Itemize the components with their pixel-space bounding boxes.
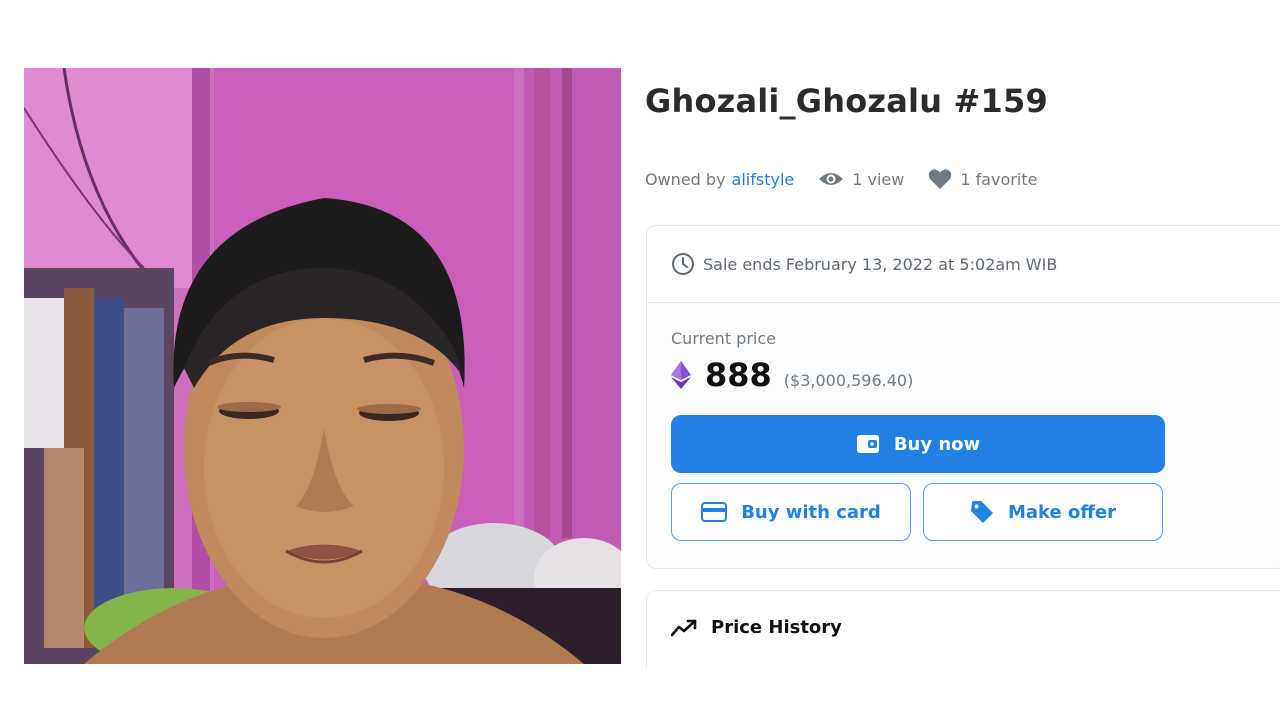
nft-listing-page: Ghozali_Ghozalu #159 Owned by alifstyle …	[0, 0, 1280, 720]
make-offer-label: Make offer	[1007, 501, 1117, 523]
price-section: Current price 888 ($3,000,596.40)	[647, 303, 1280, 394]
heart-icon[interactable]	[928, 168, 952, 190]
favorites-count: 1 favorite	[960, 169, 1038, 189]
sale-ends-header: Sale ends February 13, 2022 at 5:02am WI…	[647, 226, 1280, 303]
wallet-icon	[856, 433, 880, 455]
tag-icon	[970, 500, 994, 524]
eye-icon	[818, 170, 844, 188]
buy-now-label: Buy now	[893, 433, 981, 455]
price-row: 888 ($3,000,596.40)	[671, 356, 1263, 394]
buy-with-card-button[interactable]: Buy with card	[671, 483, 911, 541]
selfie-photo	[24, 68, 621, 664]
buy-now-button[interactable]: Buy now	[671, 415, 1165, 473]
owned-by-label: Owned by	[645, 169, 726, 189]
views-count: 1 view	[852, 169, 905, 189]
page-bottom-margin	[0, 668, 1280, 720]
owner-link[interactable]: alifstyle	[732, 170, 795, 189]
buy-with-card-label: Buy with card	[741, 501, 881, 523]
credit-card-icon	[701, 502, 728, 522]
item-meta: Owned by alifstyle 1 view 1 favorite	[645, 166, 1037, 192]
price-value: 888	[705, 356, 772, 394]
price-usd: ($3,000,596.40)	[783, 371, 914, 390]
make-offer-button[interactable]: Make offer	[923, 483, 1163, 541]
price-history-title: Price History	[711, 617, 842, 638]
ethereum-icon	[671, 361, 691, 389]
sale-panel: Sale ends February 13, 2022 at 5:02am WI…	[646, 225, 1280, 569]
clock-icon	[671, 252, 695, 276]
nft-image[interactable]	[24, 68, 621, 664]
price-history-header[interactable]: Price History	[647, 591, 1280, 638]
current-price-label: Current price	[671, 329, 776, 348]
item-title: Ghozali_Ghozalu #159	[645, 82, 1048, 120]
trending-line-icon	[671, 619, 697, 637]
sale-ends-text: Sale ends February 13, 2022 at 5:02am WI…	[703, 254, 1058, 274]
